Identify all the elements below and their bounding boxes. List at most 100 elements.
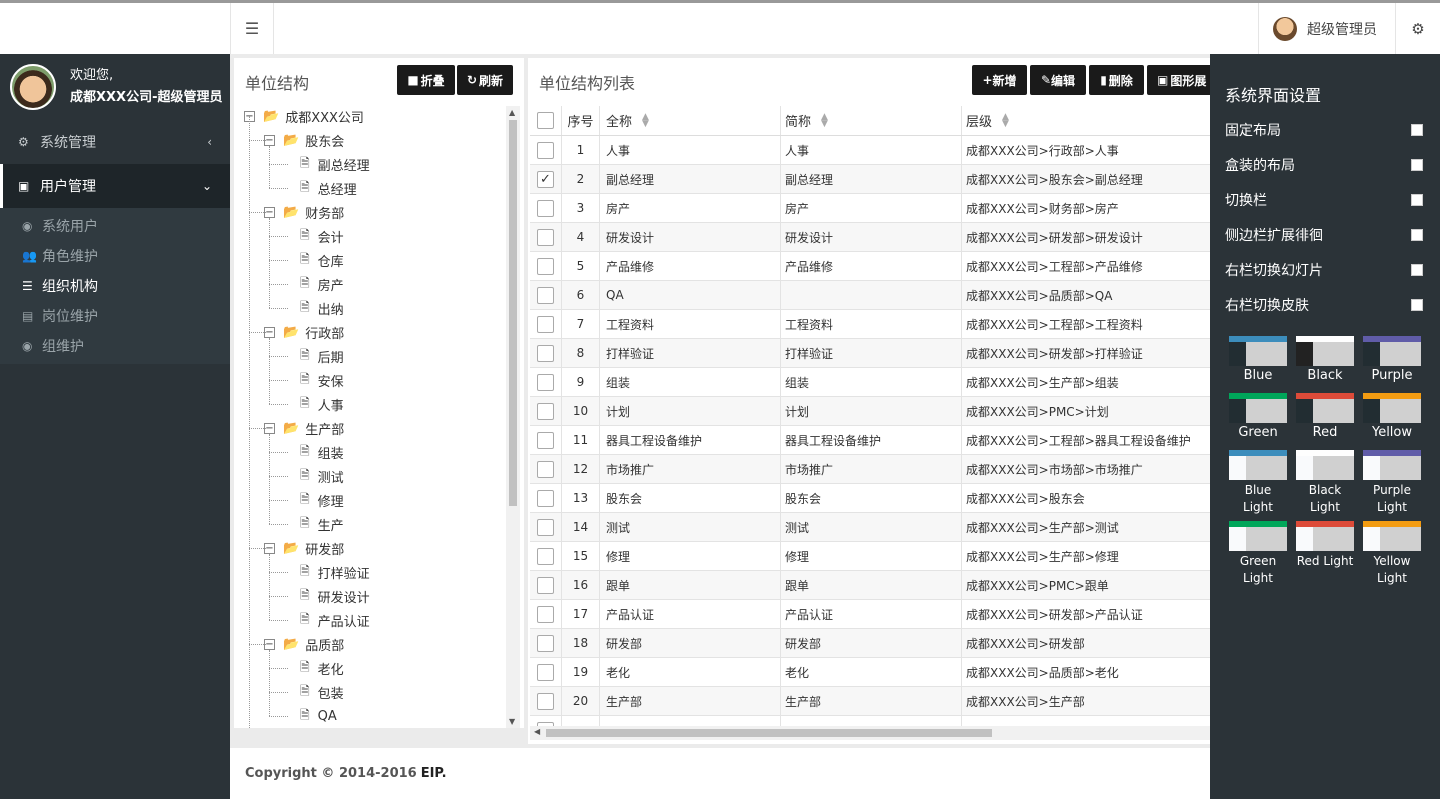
- delete-button[interactable]: ▮ 删除: [1089, 65, 1144, 95]
- tree-node-leaf[interactable]: 🗎 仓库: [286, 248, 344, 272]
- skin-option[interactable]: Green: [1229, 393, 1287, 440]
- add-button[interactable]: + 新增: [972, 65, 1027, 95]
- tree-node-folder[interactable]: − 📂 生产部: [264, 416, 344, 440]
- row-checkbox[interactable]: [537, 663, 554, 681]
- settings-option[interactable]: 切换栏: [1225, 190, 1425, 210]
- table-row[interactable]: 12 市场推广 市场推广 成都XXX公司>市场部>市场推广: [530, 455, 1210, 484]
- sort-icon[interactable]: ▲ ▼: [642, 112, 649, 128]
- skin-option[interactable]: Red Light: [1296, 521, 1354, 570]
- skin-swatch[interactable]: [1229, 393, 1287, 423]
- skin-swatch[interactable]: [1296, 393, 1354, 423]
- table-row[interactable]: 14 测试 测试 成都XXX公司>生产部>测试: [530, 513, 1210, 542]
- skin-swatch[interactable]: [1296, 521, 1354, 551]
- row-checkbox[interactable]: [537, 547, 554, 565]
- row-checkbox[interactable]: ✓: [537, 170, 554, 188]
- sidebar-item-organization[interactable]: ☰ 组织机构: [0, 271, 230, 301]
- row-checkbox[interactable]: [537, 634, 554, 652]
- sort-icon[interactable]: ▲ ▼: [1002, 112, 1009, 128]
- tree-node-leaf[interactable]: 🗎 测试: [286, 464, 344, 488]
- sidebar-item-system-users[interactable]: ◉ 系统用户: [0, 211, 230, 241]
- settings-option[interactable]: 右栏切换皮肤: [1225, 295, 1425, 315]
- row-checkbox[interactable]: [537, 373, 554, 391]
- skin-option[interactable]: Yellow Light: [1363, 521, 1421, 587]
- tree-node-leaf[interactable]: 🗎 组装: [286, 440, 344, 464]
- settings-option[interactable]: 侧边栏扩展徘徊: [1225, 225, 1425, 245]
- tree-node-leaf[interactable]: 🗎 总经理: [286, 176, 357, 200]
- table-row[interactable]: 3 房产 房产 成都XXX公司>财务部>房产: [530, 194, 1210, 223]
- tree-node-leaf[interactable]: 🗎 产品认证: [286, 608, 370, 632]
- col-header-short[interactable]: 简称 ▲ ▼: [781, 106, 962, 135]
- table-row[interactable]: 6 QA 成都XXX公司>品质部>QA: [530, 281, 1210, 310]
- row-checkbox[interactable]: [537, 605, 554, 623]
- row-checkbox[interactable]: [537, 576, 554, 594]
- row-checkbox[interactable]: [537, 344, 554, 362]
- table-row[interactable]: 18 研发部 研发部 成都XXX公司>研发部: [530, 629, 1210, 658]
- refresh-button[interactable]: ↻ 刷新: [457, 65, 513, 95]
- collapse-button[interactable]: ■ 折叠: [397, 65, 455, 95]
- skin-option[interactable]: Black Light: [1296, 450, 1354, 516]
- tree-node-leaf[interactable]: 🗎 安保: [286, 368, 344, 392]
- brand-link[interactable]: EIP.: [421, 766, 447, 781]
- skin-swatch[interactable]: [1296, 336, 1354, 366]
- sidebar-toggle-button[interactable]: ☰: [230, 3, 274, 54]
- skin-swatch[interactable]: [1363, 336, 1421, 366]
- skin-swatch[interactable]: [1363, 521, 1421, 551]
- skin-option[interactable]: Red: [1296, 393, 1354, 440]
- tree-node-leaf[interactable]: 🗎 QA: [286, 704, 337, 728]
- tree-node-leaf[interactable]: 🗎 人事: [286, 392, 344, 416]
- table-row[interactable]: 16 跟单 跟单 成都XXX公司>PMC>跟单: [530, 571, 1210, 600]
- table-row[interactable]: 11 器具工程设备维护 器具工程设备维护 成都XXX公司>工程部>器具工程设备维护: [530, 426, 1210, 455]
- row-checkbox[interactable]: [537, 692, 554, 710]
- sidebar-item-positions[interactable]: ▤ 岗位维护: [0, 301, 230, 331]
- settings-option[interactable]: 右栏切换幻灯片: [1225, 260, 1425, 280]
- settings-checkbox[interactable]: [1411, 159, 1423, 171]
- skin-option[interactable]: Purple Light: [1363, 450, 1421, 516]
- settings-checkbox[interactable]: [1411, 194, 1423, 206]
- table-row[interactable]: 5 产品维修 产品维修 成都XXX公司>工程部>产品维修: [530, 252, 1210, 281]
- skin-swatch[interactable]: [1229, 336, 1287, 366]
- table-row[interactable]: 1 人事 人事 成都XXX公司>行政部>人事: [530, 136, 1210, 165]
- tree-node-leaf[interactable]: 🗎 修理: [286, 488, 344, 512]
- table-row[interactable]: 7 工程资料 工程资料 成都XXX公司>工程部>工程资料: [530, 310, 1210, 339]
- skin-option[interactable]: Blue Light: [1229, 450, 1287, 516]
- tree-node-leaf[interactable]: 🗎 出纳: [286, 296, 344, 320]
- scroll-left-icon[interactable]: ◀: [534, 727, 540, 736]
- tree-node-leaf[interactable]: 🗎 生产: [286, 512, 344, 536]
- table-row[interactable]: 13 股东会 股东会 成都XXX公司>股东会: [530, 484, 1210, 513]
- table-row[interactable]: 9 组装 组装 成都XXX公司>生产部>组装: [530, 368, 1210, 397]
- settings-button[interactable]: ⚙: [1396, 3, 1440, 54]
- settings-option[interactable]: 盒装的布局: [1225, 155, 1425, 175]
- tree-node-leaf[interactable]: 🗎 副总经理: [286, 152, 370, 176]
- tree-node-folder[interactable]: − 📂 行政部: [264, 320, 344, 344]
- row-checkbox[interactable]: [537, 257, 554, 275]
- user-menu[interactable]: 超级管理员: [1258, 3, 1396, 54]
- table-row[interactable]: 10 计划 计划 成都XXX公司>PMC>计划: [530, 397, 1210, 426]
- tree-node-leaf[interactable]: 🗎 包装: [286, 680, 344, 704]
- sort-icon[interactable]: ▲ ▼: [821, 112, 828, 128]
- row-checkbox[interactable]: [537, 402, 554, 420]
- settings-checkbox[interactable]: [1411, 299, 1423, 311]
- row-checkbox[interactable]: [537, 315, 554, 333]
- tree-node-folder[interactable]: − 📂 成都XXX公司: [244, 104, 364, 128]
- table-row[interactable]: ✓ 2 副总经理 副总经理 成都XXX公司>股东会>副总经理: [530, 165, 1210, 194]
- skin-option[interactable]: Green Light: [1229, 521, 1287, 587]
- row-checkbox[interactable]: [537, 141, 554, 159]
- skin-option[interactable]: Blue: [1229, 336, 1287, 383]
- skin-option[interactable]: Black: [1296, 336, 1354, 383]
- table-row[interactable]: 19 老化 老化 成都XXX公司>品质部>老化: [530, 658, 1210, 687]
- graph-view-button[interactable]: ▣ 图形展: [1147, 65, 1210, 95]
- table-row[interactable]: 4 研发设计 研发设计 成都XXX公司>研发部>研发设计: [530, 223, 1210, 252]
- table-row[interactable]: 17 产品认证 产品认证 成都XXX公司>研发部>产品认证: [530, 600, 1210, 629]
- settings-checkbox[interactable]: [1411, 124, 1423, 136]
- table-row[interactable]: 20 生产部 生产部 成都XXX公司>生产部: [530, 687, 1210, 716]
- table-row[interactable]: 15 修理 修理 成都XXX公司>生产部>修理: [530, 542, 1210, 571]
- sidebar-item-system[interactable]: ⚙ 系统管理 ‹: [0, 120, 230, 164]
- row-checkbox[interactable]: [537, 228, 554, 246]
- tree-node-leaf[interactable]: 🗎 后期: [286, 344, 344, 368]
- scroll-down-icon[interactable]: ▼: [509, 717, 515, 726]
- table-row[interactable]: 8 打样验证 打样验证 成都XXX公司>研发部>打样验证: [530, 339, 1210, 368]
- table-horizontal-scrollbar[interactable]: ◀: [530, 726, 1210, 740]
- row-checkbox[interactable]: [537, 431, 554, 449]
- select-all-checkbox[interactable]: [537, 112, 554, 129]
- row-checkbox[interactable]: [537, 286, 554, 304]
